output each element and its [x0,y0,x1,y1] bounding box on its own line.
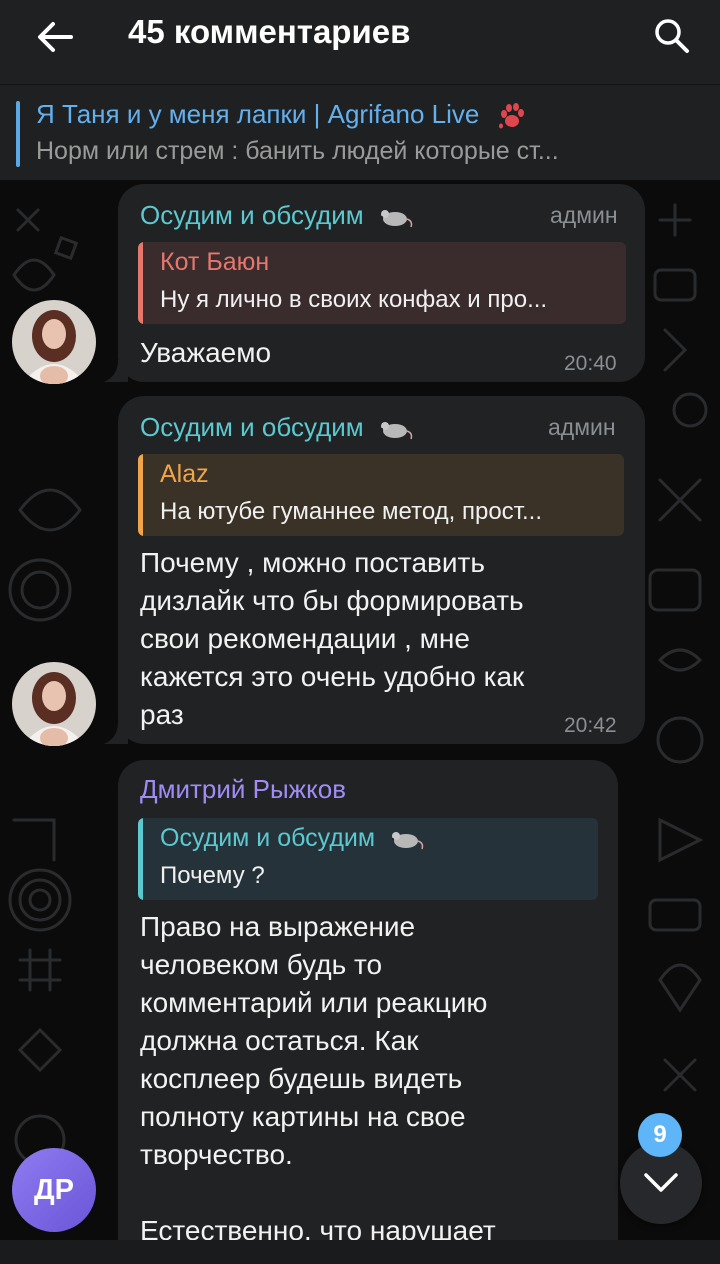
sender-name[interactable]: Осудим и обсудим [140,200,413,231]
avatar-photo-icon [12,662,96,746]
message-line: Почему , можно поставить [140,547,485,578]
rat-icon [380,210,413,228]
reply-author: Кот Баюн [160,248,270,276]
rat-icon [392,832,424,850]
unread-badge: 9 [638,1113,682,1157]
avatar[interactable]: ДР [12,1148,96,1232]
reply-author: Alaz [160,460,209,488]
reply-quote[interactable]: Alaz На ютубе гуманнее метод, прост... [138,454,624,536]
message-line: человеком будь то [140,949,383,980]
reply-accent-bar [138,242,143,324]
message-bubble[interactable]: Дмитрий Рыжков Осудим и обсудим Почему ?… [118,760,618,1240]
message-line: кажется это очень удобно как [140,661,525,692]
bubble-tail [104,722,128,744]
arrow-left-icon [38,22,73,52]
reply-quote[interactable]: Кот Баюн Ну я лично в своих конфах и про… [138,242,626,324]
sender-name[interactable]: Дмитрий Рыжков [140,774,346,805]
search-button[interactable] [644,8,700,64]
reply-quote[interactable]: Осудим и обсудим Почему ? [138,818,598,900]
role-label: админ [548,414,616,440]
sender-name-text: Осудим и обсудим [140,412,364,442]
pinned-accent-bar [16,101,20,167]
avatar[interactable] [12,300,96,384]
pinned-title-text: Я Таня и у меня лапки | Agrifano Live [36,99,480,129]
message-bubble[interactable]: Осудим и обсудим админ Кот Баюн Ну я лич… [118,184,645,382]
sender-name-text: Осудим и обсудим [140,200,364,230]
reply-accent-bar [138,454,143,536]
pinned-subtitle: Норм или стрем : банить людей которые ст… [36,137,559,165]
paw-icon [498,103,524,129]
app-bar: 45 комментариев [0,0,720,84]
pinned-title: Я Таня и у меня лапки | Agrifano Live [36,99,525,131]
message-line: Естественно, что нарушает [140,1215,496,1240]
message-line: творчество. [140,1139,293,1170]
reply-text: Почему ? [160,862,265,889]
message-line: должна остаться. Как [140,1025,419,1056]
chat-area[interactable]: Осудим и обсудим админ Кот Баюн Ну я лич… [0,180,720,1240]
message-text: Почему , можно поставить дизлайк что бы … [140,544,524,734]
bubble-tail [104,360,128,382]
message-line [140,1174,496,1212]
avatar[interactable] [12,662,96,746]
pinned-post[interactable]: Я Таня и у меня лапки | Agrifano Live Но… [0,84,720,181]
reply-author-text: Осудим и обсудим [160,824,376,852]
message-line: косплеер будешь видеть [140,1063,463,1094]
message-line: полноту картины на свое [140,1101,466,1132]
reply-text: Ну я лично в своих конфах и про... [160,286,548,313]
message-line: раз [140,699,184,730]
message-text: Право на выражение человеком будь то ком… [140,908,496,1240]
message-time: 20:42 [564,714,617,737]
page-title: 45 комментариев [128,13,411,50]
message-time: 20:40 [564,352,617,375]
message-line: Право на выражение [140,911,416,942]
sender-name[interactable]: Осудим и обсудим [140,412,413,443]
message-line: комментарий или реакцию [140,987,488,1018]
reply-text: На ютубе гуманнее метод, прост... [160,498,543,525]
message-text: Уважаемо [140,337,272,368]
back-button[interactable] [30,12,80,62]
message-line: дизлайк что бы формировать [140,585,524,616]
message-line: свои рекомендации , мне [140,623,470,654]
bottom-input-edge [0,1240,720,1264]
reply-accent-bar [138,818,143,900]
search-icon [655,19,689,53]
chevron-down-icon [644,1173,678,1192]
role-label: админ [550,202,618,228]
rat-icon [380,422,413,440]
avatar-photo-icon [12,300,96,384]
message-bubble[interactable]: Осудим и обсудим админ Alaz На ютубе гум… [118,396,645,744]
reply-author: Осудим и обсудим [160,824,424,853]
